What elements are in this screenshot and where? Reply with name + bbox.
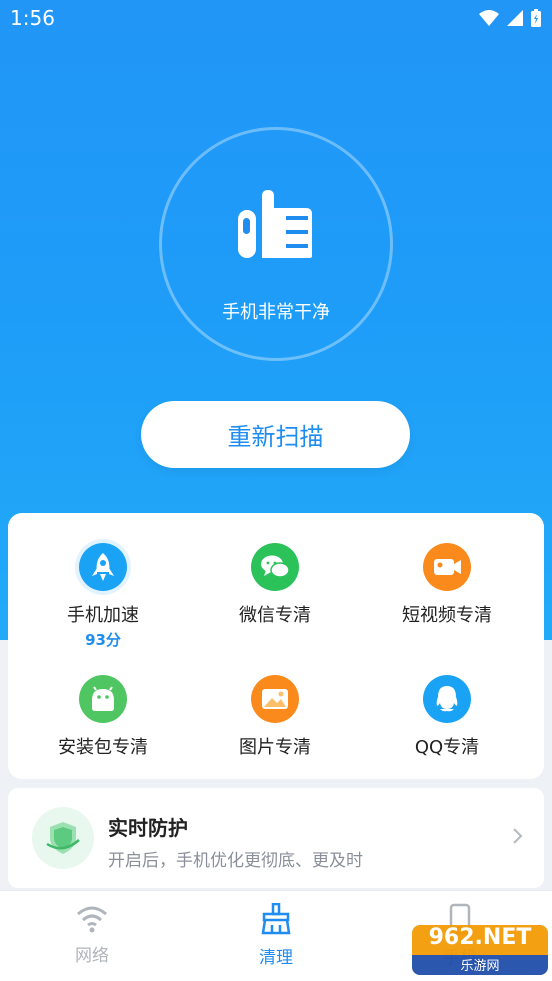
feature-label: 图片专清: [239, 737, 311, 758]
battery-icon: [531, 9, 541, 27]
wifi-icon: [77, 906, 107, 933]
image-icon: [251, 675, 299, 723]
shield-icon: [32, 807, 94, 869]
feature-wechat-clean[interactable]: 微信专清: [186, 543, 364, 627]
feature-apk-clean[interactable]: 安装包专清: [14, 675, 192, 759]
qq-penguin-icon: [423, 675, 471, 723]
clean-status-text: 手机非常干净: [222, 302, 330, 323]
feature-image-clean[interactable]: 图片专清: [186, 675, 364, 759]
feature-phone-boost[interactable]: 手机加速 93分: [14, 543, 192, 650]
wifi-signal-icon: [479, 10, 499, 26]
status-icons: [478, 8, 542, 28]
android-icon: [79, 675, 127, 723]
wechat-icon: [251, 543, 299, 591]
protection-description: 开启后，手机优化更彻底、更及时: [108, 851, 363, 871]
feature-label: QQ专清: [414, 737, 480, 758]
feature-short-video-clean[interactable]: 短视频专清: [358, 543, 536, 627]
boost-score: 93分: [85, 631, 121, 649]
feature-label: 安装包专清: [58, 737, 148, 758]
status-time: 1:56: [10, 6, 55, 30]
tab-network[interactable]: 网络: [32, 903, 152, 966]
realtime-protection-card[interactable]: 实时防护 开启后，手机优化更彻底、更及时: [8, 788, 544, 888]
watermark-logo: 962.NET: [428, 925, 532, 950]
tab-label: 清理: [259, 948, 293, 968]
video-camera-icon: [423, 543, 471, 591]
feature-qq-clean[interactable]: QQ专清: [358, 675, 536, 759]
thumbs-up-icon: [238, 190, 312, 258]
watermark-site-name: 乐游网: [412, 955, 548, 975]
feature-label: 微信专清: [239, 605, 311, 626]
site-watermark: 962.NET 乐游网: [412, 925, 548, 975]
rocket-icon: [79, 543, 127, 591]
status-bar: 1:56: [0, 0, 552, 38]
chevron-right-icon: [513, 828, 523, 844]
feature-label: 短视频专清: [402, 605, 492, 626]
rescan-button[interactable]: 重新扫描: [141, 401, 410, 468]
cell-signal-icon: [507, 10, 523, 26]
tab-clean[interactable]: 清理: [216, 902, 336, 968]
feature-label: 手机加速: [67, 605, 139, 626]
broom-icon: [261, 902, 291, 935]
protection-title: 实时防护: [108, 816, 188, 840]
feature-panel: 手机加速 93分 微信专清 短视频专清 安装包专清 图片专清 QQ专清: [8, 513, 544, 779]
tab-label: 网络: [75, 946, 109, 966]
